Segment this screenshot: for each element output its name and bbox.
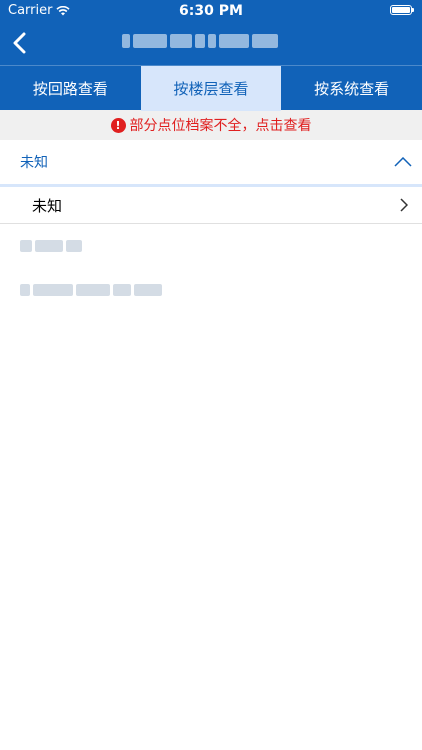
battery-icon [390,5,414,15]
chevron-up-icon [394,157,412,167]
warning-text: 部分点位档案不全，点击查看 [129,118,312,134]
tab-bar: 按回路查看 按楼层查看 按系统查看 [0,65,422,111]
status-bar: Carrier 6:30 PM [0,0,422,22]
list-item-label: 未知 [32,196,63,215]
back-button[interactable] [6,28,32,58]
page-title-obscured [122,31,287,51]
obscured-row [0,224,422,268]
chevron-right-icon [400,198,408,212]
header: Carrier 6:30 PM 按回路查看 按楼层查看 按系统查看 [0,0,422,111]
exclamation-icon: ! [110,117,126,133]
tab-by-floor[interactable]: 按楼层查看 [140,66,282,111]
nav-bar [0,22,422,64]
tab-by-circuit[interactable]: 按回路查看 [0,66,141,111]
floor-group-header[interactable]: 未知 [0,140,422,187]
chevron-left-icon [13,32,26,54]
obscured-row [0,268,422,312]
status-time: 6:30 PM [179,3,243,19]
group-label: 未知 [20,155,48,171]
list-item[interactable]: 未知 [0,187,422,224]
tab-by-system[interactable]: 按系统查看 [281,66,422,111]
incomplete-records-banner[interactable]: ! 部分点位档案不全，点击查看 [0,110,422,140]
